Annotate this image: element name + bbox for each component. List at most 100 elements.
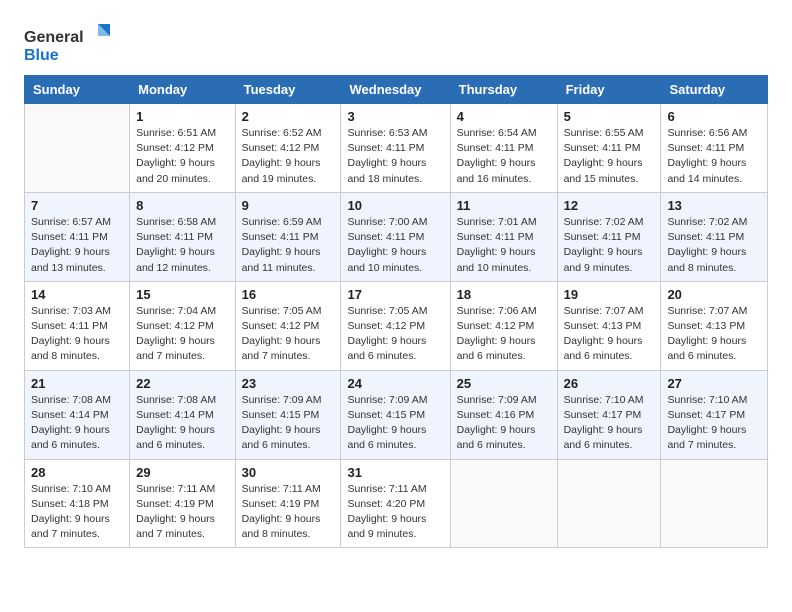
day-number: 16 bbox=[242, 287, 335, 302]
day-info: Sunrise: 7:02 AMSunset: 4:11 PMDaylight:… bbox=[564, 215, 655, 276]
calendar-cell: 18 Sunrise: 7:06 AMSunset: 4:12 PMDayligh… bbox=[450, 281, 557, 370]
calendar-cell: 23 Sunrise: 7:09 AMSunset: 4:15 PMDayligh… bbox=[235, 370, 341, 459]
calendar-cell: 14 Sunrise: 7:03 AMSunset: 4:11 PMDayligh… bbox=[25, 281, 130, 370]
day-info: Sunrise: 7:03 AMSunset: 4:11 PMDaylight:… bbox=[31, 304, 123, 365]
day-info: Sunrise: 6:55 AMSunset: 4:11 PMDaylight:… bbox=[564, 126, 655, 187]
calendar-cell: 10Sunrise: 7:00 AMSunset: 4:11 PMDayligh… bbox=[341, 192, 450, 281]
day-number: 8 bbox=[136, 198, 228, 213]
day-info: Sunrise: 7:08 AMSunset: 4:14 PMDaylight:… bbox=[31, 393, 123, 454]
col-header-tuesday: Tuesday bbox=[235, 76, 341, 104]
day-info: Sunrise: 7:01 AMSunset: 4:11 PMDaylight:… bbox=[457, 215, 551, 276]
day-number: 5 bbox=[564, 109, 655, 124]
day-number: 17 bbox=[347, 287, 443, 302]
page: General Blue SundayMondayTuesdayWednesda… bbox=[0, 0, 792, 560]
calendar-cell: 15 Sunrise: 7:04 AMSunset: 4:12 PMDayligh… bbox=[130, 281, 235, 370]
day-number: 3 bbox=[347, 109, 443, 124]
calendar-cell: 13 Sunrise: 7:02 AMSunset: 4:11 PMDayligh… bbox=[661, 192, 768, 281]
day-info: Sunrise: 7:10 AMSunset: 4:17 PMDaylight:… bbox=[667, 393, 761, 454]
day-number: 13 bbox=[667, 198, 761, 213]
day-info: Sunrise: 7:06 AMSunset: 4:12 PMDaylight:… bbox=[457, 304, 551, 365]
day-number: 23 bbox=[242, 376, 335, 391]
day-number: 12 bbox=[564, 198, 655, 213]
day-info: Sunrise: 7:05 AMSunset: 4:12 PMDaylight:… bbox=[242, 304, 335, 365]
calendar-table: SundayMondayTuesdayWednesdayThursdayFrid… bbox=[24, 75, 768, 548]
header-row: General Blue bbox=[24, 18, 768, 69]
calendar-cell: 12 Sunrise: 7:02 AMSunset: 4:11 PMDayligh… bbox=[557, 192, 661, 281]
day-number: 10 bbox=[347, 198, 443, 213]
day-info: Sunrise: 6:54 AMSunset: 4:11 PMDaylight:… bbox=[457, 126, 551, 187]
logo-wrap: General Blue bbox=[24, 18, 114, 69]
calendar-week-4: 21 Sunrise: 7:08 AMSunset: 4:14 PMDayligh… bbox=[25, 370, 768, 459]
calendar-week-5: 28 Sunrise: 7:10 AMSunset: 4:18 PMDayligh… bbox=[25, 459, 768, 548]
col-header-sunday: Sunday bbox=[25, 76, 130, 104]
calendar-cell: 28 Sunrise: 7:10 AMSunset: 4:18 PMDayligh… bbox=[25, 459, 130, 548]
day-info: Sunrise: 7:08 AMSunset: 4:14 PMDaylight:… bbox=[136, 393, 228, 454]
day-info: Sunrise: 7:02 AMSunset: 4:11 PMDaylight:… bbox=[667, 215, 761, 276]
calendar-cell: 11 Sunrise: 7:01 AMSunset: 4:11 PMDayligh… bbox=[450, 192, 557, 281]
day-number: 14 bbox=[31, 287, 123, 302]
calendar-cell: 2 Sunrise: 6:52 AMSunset: 4:12 PMDaylight… bbox=[235, 104, 341, 193]
day-info: Sunrise: 7:10 AMSunset: 4:17 PMDaylight:… bbox=[564, 393, 655, 454]
calendar-cell: 20Sunrise: 7:07 AMSunset: 4:13 PMDayligh… bbox=[661, 281, 768, 370]
calendar-cell: 5 Sunrise: 6:55 AMSunset: 4:11 PMDaylight… bbox=[557, 104, 661, 193]
day-info: Sunrise: 7:09 AMSunset: 4:15 PMDaylight:… bbox=[242, 393, 335, 454]
calendar-cell: 25 Sunrise: 7:09 AMSunset: 4:16 PMDayligh… bbox=[450, 370, 557, 459]
day-info: Sunrise: 7:09 AMSunset: 4:16 PMDaylight:… bbox=[457, 393, 551, 454]
calendar-cell: 26 Sunrise: 7:10 AMSunset: 4:17 PMDayligh… bbox=[557, 370, 661, 459]
day-info: Sunrise: 6:51 AMSunset: 4:12 PMDaylight:… bbox=[136, 126, 228, 187]
day-info: Sunrise: 6:56 AMSunset: 4:11 PMDaylight:… bbox=[667, 126, 761, 187]
calendar-cell: 7 Sunrise: 6:57 AMSunset: 4:11 PMDaylight… bbox=[25, 192, 130, 281]
day-number: 15 bbox=[136, 287, 228, 302]
calendar-cell: 29Sunrise: 7:11 AMSunset: 4:19 PMDayligh… bbox=[130, 459, 235, 548]
day-number: 11 bbox=[457, 198, 551, 213]
calendar-cell: 31 Sunrise: 7:11 AMSunset: 4:20 PMDayligh… bbox=[341, 459, 450, 548]
day-number: 27 bbox=[667, 376, 761, 391]
col-header-friday: Friday bbox=[557, 76, 661, 104]
day-number: 20 bbox=[667, 287, 761, 302]
day-number: 19 bbox=[564, 287, 655, 302]
calendar-cell: 8 Sunrise: 6:58 AMSunset: 4:11 PMDaylight… bbox=[130, 192, 235, 281]
calendar-cell bbox=[25, 104, 130, 193]
day-number: 22 bbox=[136, 376, 228, 391]
day-number: 28 bbox=[31, 465, 123, 480]
day-info: Sunrise: 7:10 AMSunset: 4:18 PMDaylight:… bbox=[31, 482, 123, 543]
calendar-week-2: 7 Sunrise: 6:57 AMSunset: 4:11 PMDaylight… bbox=[25, 192, 768, 281]
day-info: Sunrise: 7:11 AMSunset: 4:20 PMDaylight:… bbox=[347, 482, 443, 543]
day-number: 2 bbox=[242, 109, 335, 124]
day-info: Sunrise: 6:53 AMSunset: 4:11 PMDaylight:… bbox=[347, 126, 443, 187]
day-info: Sunrise: 7:07 AMSunset: 4:13 PMDaylight:… bbox=[564, 304, 655, 365]
calendar-cell: 22 Sunrise: 7:08 AMSunset: 4:14 PMDayligh… bbox=[130, 370, 235, 459]
day-number: 18 bbox=[457, 287, 551, 302]
day-number: 31 bbox=[347, 465, 443, 480]
day-number: 6 bbox=[667, 109, 761, 124]
calendar-cell: 27 Sunrise: 7:10 AMSunset: 4:17 PMDayligh… bbox=[661, 370, 768, 459]
calendar-week-1: 1Sunrise: 6:51 AMSunset: 4:12 PMDaylight… bbox=[25, 104, 768, 193]
day-number: 21 bbox=[31, 376, 123, 391]
day-info: Sunrise: 7:04 AMSunset: 4:12 PMDaylight:… bbox=[136, 304, 228, 365]
calendar-cell: 9Sunrise: 6:59 AMSunset: 4:11 PMDaylight… bbox=[235, 192, 341, 281]
day-number: 25 bbox=[457, 376, 551, 391]
col-header-thursday: Thursday bbox=[450, 76, 557, 104]
day-info: Sunrise: 7:11 AMSunset: 4:19 PMDaylight:… bbox=[242, 482, 335, 543]
calendar-week-3: 14 Sunrise: 7:03 AMSunset: 4:11 PMDayligh… bbox=[25, 281, 768, 370]
day-info: Sunrise: 6:57 AMSunset: 4:11 PMDaylight:… bbox=[31, 215, 123, 276]
day-info: Sunrise: 7:11 AMSunset: 4:19 PMDaylight:… bbox=[136, 482, 228, 543]
svg-text:General: General bbox=[24, 29, 84, 46]
day-info: Sunrise: 6:52 AMSunset: 4:12 PMDaylight:… bbox=[242, 126, 335, 187]
calendar-cell bbox=[557, 459, 661, 548]
calendar-cell: 6 Sunrise: 6:56 AMSunset: 4:11 PMDaylight… bbox=[661, 104, 768, 193]
calendar-cell: 4Sunrise: 6:54 AMSunset: 4:11 PMDaylight… bbox=[450, 104, 557, 193]
calendar-cell: 3 Sunrise: 6:53 AMSunset: 4:11 PMDaylight… bbox=[341, 104, 450, 193]
logo-text: General Blue bbox=[24, 22, 114, 69]
day-info: Sunrise: 7:05 AMSunset: 4:12 PMDaylight:… bbox=[347, 304, 443, 365]
day-info: Sunrise: 6:58 AMSunset: 4:11 PMDaylight:… bbox=[136, 215, 228, 276]
day-info: Sunrise: 7:09 AMSunset: 4:15 PMDaylight:… bbox=[347, 393, 443, 454]
day-number: 7 bbox=[31, 198, 123, 213]
logo-svg: General Blue bbox=[24, 22, 114, 64]
calendar-cell: 21 Sunrise: 7:08 AMSunset: 4:14 PMDayligh… bbox=[25, 370, 130, 459]
calendar-header-row: SundayMondayTuesdayWednesdayThursdayFrid… bbox=[25, 76, 768, 104]
day-number: 26 bbox=[564, 376, 655, 391]
calendar-cell: 16 Sunrise: 7:05 AMSunset: 4:12 PMDayligh… bbox=[235, 281, 341, 370]
day-number: 9 bbox=[242, 198, 335, 213]
calendar-cell: 30Sunrise: 7:11 AMSunset: 4:19 PMDayligh… bbox=[235, 459, 341, 548]
